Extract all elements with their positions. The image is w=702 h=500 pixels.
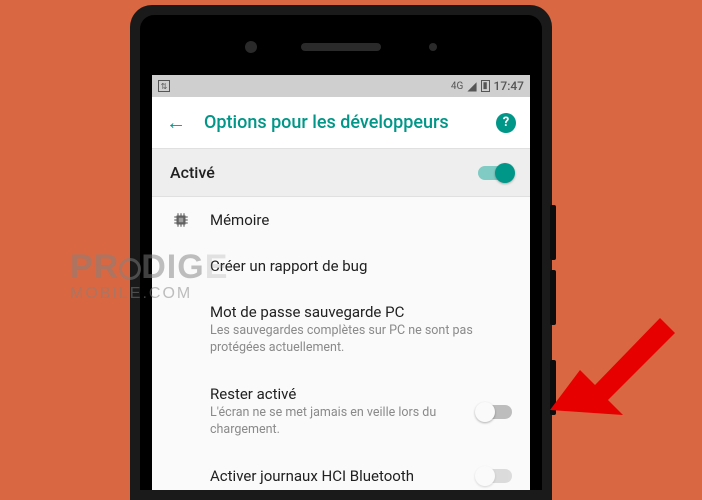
master-toggle-switch[interactable] — [478, 166, 512, 180]
signal-icon: ◢ — [467, 79, 476, 93]
front-camera — [245, 41, 257, 53]
row-bluetooth-hci[interactable]: Activer journaux HCI Bluetooth — [152, 453, 530, 487]
master-toggle-label: Activé — [170, 163, 478, 182]
stay-awake-switch[interactable] — [478, 405, 512, 419]
row-memory[interactable]: Mémoire — [152, 197, 530, 243]
row-backup-password-title: Mot de passe sauvegarde PC — [210, 303, 512, 321]
screen: ⇅ 4G ◢ ▮ 17:47 ← Options pour les dévelo… — [152, 75, 530, 490]
row-memory-title: Mémoire — [210, 211, 512, 229]
annotation-arrow — [540, 300, 690, 450]
power-button[interactable] — [550, 360, 556, 415]
help-icon[interactable]: ? — [496, 113, 516, 133]
page-title: Options pour les développeurs — [204, 112, 478, 133]
volume-up-button[interactable] — [550, 205, 556, 260]
earpiece-speaker — [301, 43, 381, 51]
row-stay-awake[interactable]: Rester activé L'écran ne se met jamais e… — [152, 371, 530, 453]
clock: 17:47 — [494, 79, 524, 93]
phone-frame: ⇅ 4G ◢ ▮ 17:47 ← Options pour les dévelo… — [130, 5, 552, 500]
back-icon[interactable]: ← — [166, 110, 186, 135]
memory-chip-icon — [170, 211, 192, 229]
usb-icon: ⇅ — [158, 80, 170, 92]
network-type: 4G — [451, 81, 463, 92]
row-stay-awake-sub: L'écran ne se met jamais en veille lors … — [210, 405, 460, 439]
settings-list[interactable]: Mémoire Créer un rapport de bug Mot de p… — [152, 197, 530, 490]
status-bar: ⇅ 4G ◢ ▮ 17:47 — [152, 75, 530, 97]
bluetooth-hci-switch[interactable] — [478, 469, 512, 483]
app-bar: ← Options pour les développeurs ? — [152, 97, 530, 149]
phone-bezel: ⇅ 4G ◢ ▮ 17:47 ← Options pour les dévelo… — [140, 15, 542, 490]
row-backup-password[interactable]: Mot de passe sauvegarde PC Les sauvegard… — [152, 289, 530, 371]
proximity-sensor — [429, 43, 437, 51]
master-toggle-row[interactable]: Activé — [152, 149, 530, 197]
volume-down-button[interactable] — [550, 270, 556, 325]
row-stay-awake-title: Rester activé — [210, 385, 460, 403]
row-bug-report-title: Créer un rapport de bug — [210, 257, 512, 275]
row-bug-report[interactable]: Créer un rapport de bug — [152, 243, 530, 289]
row-backup-password-sub: Les sauvegardes complètes sur PC ne sont… — [210, 323, 512, 357]
row-bluetooth-hci-title: Activer journaux HCI Bluetooth — [210, 467, 460, 485]
battery-icon: ▮ — [481, 80, 490, 92]
